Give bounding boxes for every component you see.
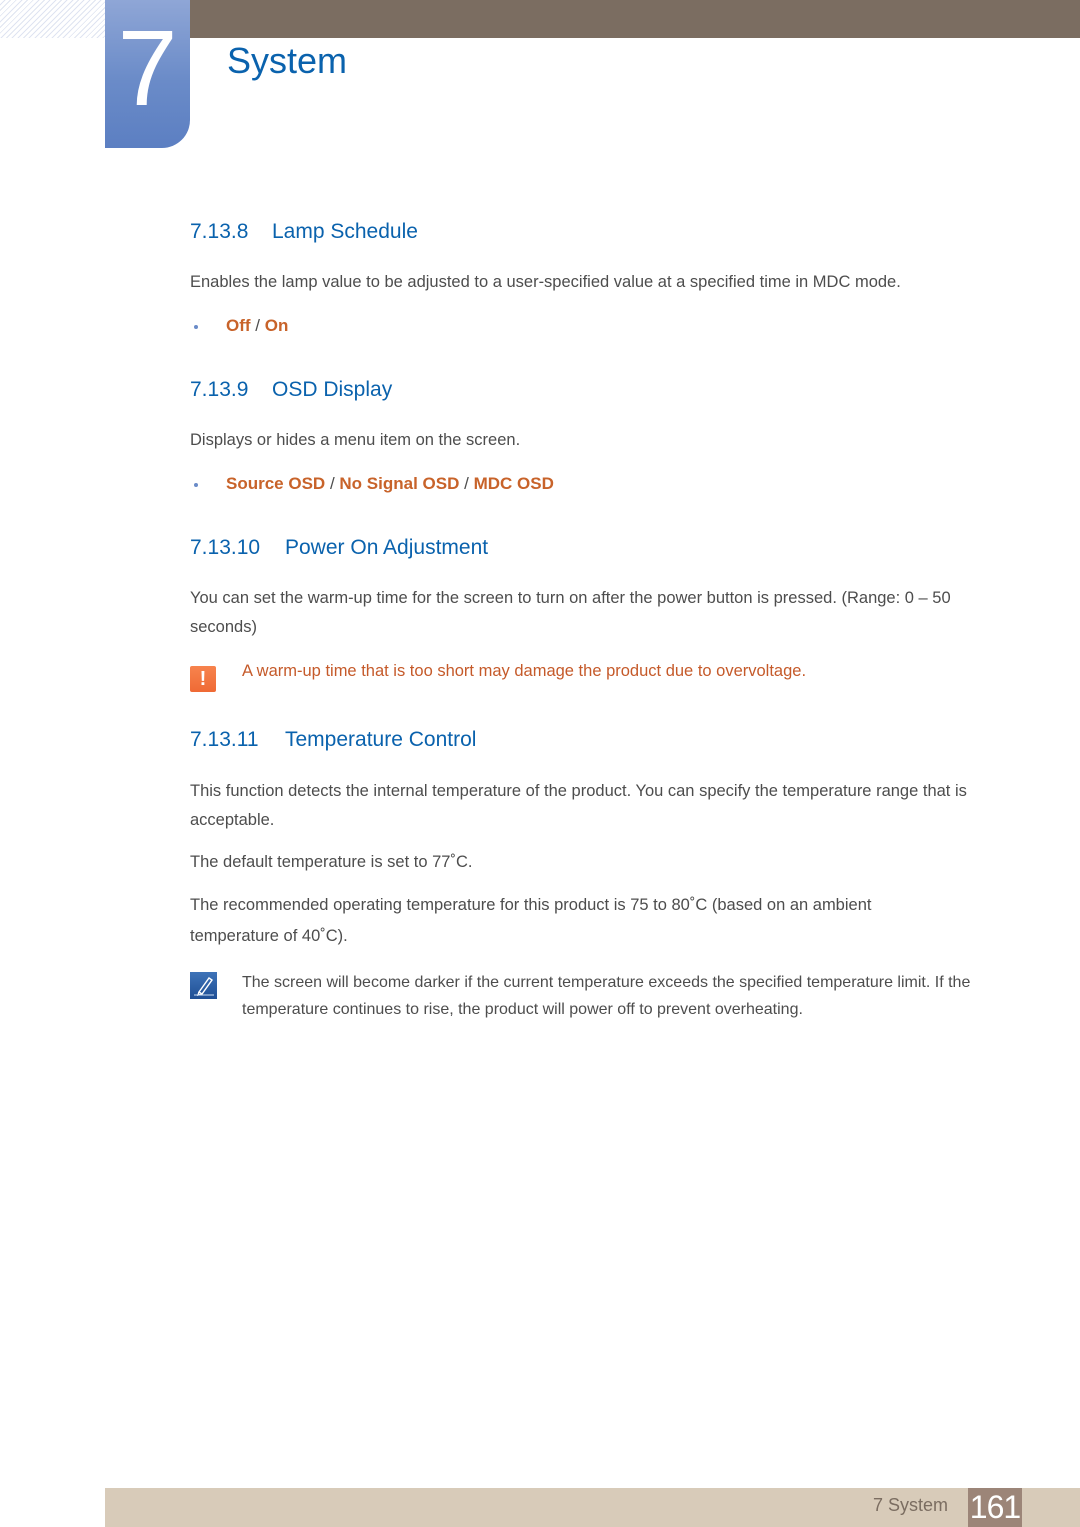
- section-number: 7.13.9: [190, 378, 249, 401]
- section-heading-lamp-schedule: 7.13.8 Lamp Schedule: [190, 220, 418, 244]
- section-number: 7.13.10: [190, 536, 261, 559]
- section-heading-osd-display: 7.13.9 OSD Display: [190, 378, 392, 402]
- chapter-number-tab: 7: [105, 0, 190, 148]
- bullet-icon: [194, 483, 198, 487]
- recommended-temperature-text: The recommended operating temperature fo…: [190, 896, 872, 945]
- option-separator: /: [464, 474, 469, 493]
- option-separator: /: [329, 474, 335, 493]
- section-body: This function detects the internal tempe…: [190, 782, 967, 829]
- caution-icon: !: [190, 666, 216, 692]
- section-title: OSD Display: [272, 378, 393, 401]
- note-pen-icon: [190, 972, 217, 999]
- option-source-osd: Source OSD: [226, 474, 326, 493]
- section-number: 7.13.8: [190, 220, 249, 243]
- note-text: The screen will become darker if the cur…: [242, 974, 971, 1018]
- section-title: Lamp Schedule: [272, 220, 418, 243]
- option-mdc-osd: MDC OSD: [473, 474, 554, 493]
- option-separator: /: [255, 316, 261, 335]
- section-heading-temperature-control: 7.13.11 Temperature Control: [190, 728, 476, 752]
- header-bar: [190, 0, 1080, 38]
- section-title: Power On Adjustment: [285, 536, 489, 559]
- footer-chapter-label: 7 System: [873, 1495, 949, 1515]
- default-temperature-text: The default temperature is set to 77˚C.: [190, 853, 473, 871]
- section-heading-power-on-adjustment: 7.13.10 Power On Adjustment: [190, 536, 488, 560]
- option-on: On: [264, 316, 289, 335]
- bullet-icon: [194, 325, 198, 329]
- section-body: You can set the warm-up time for the scr…: [190, 589, 951, 636]
- chapter-title: System: [227, 40, 348, 81]
- section-number: 7.13.11: [190, 728, 259, 751]
- page-number: 161: [968, 1488, 1022, 1527]
- chapter-number: 7: [117, 7, 178, 128]
- section-title: Temperature Control: [285, 728, 477, 751]
- option-no-signal-osd: No Signal OSD: [339, 474, 460, 493]
- section-body: Enables the lamp value to be adjusted to…: [190, 273, 901, 291]
- section-body: Displays or hides a menu item on the scr…: [190, 431, 521, 449]
- option-off: Off: [226, 316, 251, 335]
- header-hatch-decoration: [0, 0, 105, 38]
- warning-text: A warm-up time that is too short may dam…: [242, 662, 807, 680]
